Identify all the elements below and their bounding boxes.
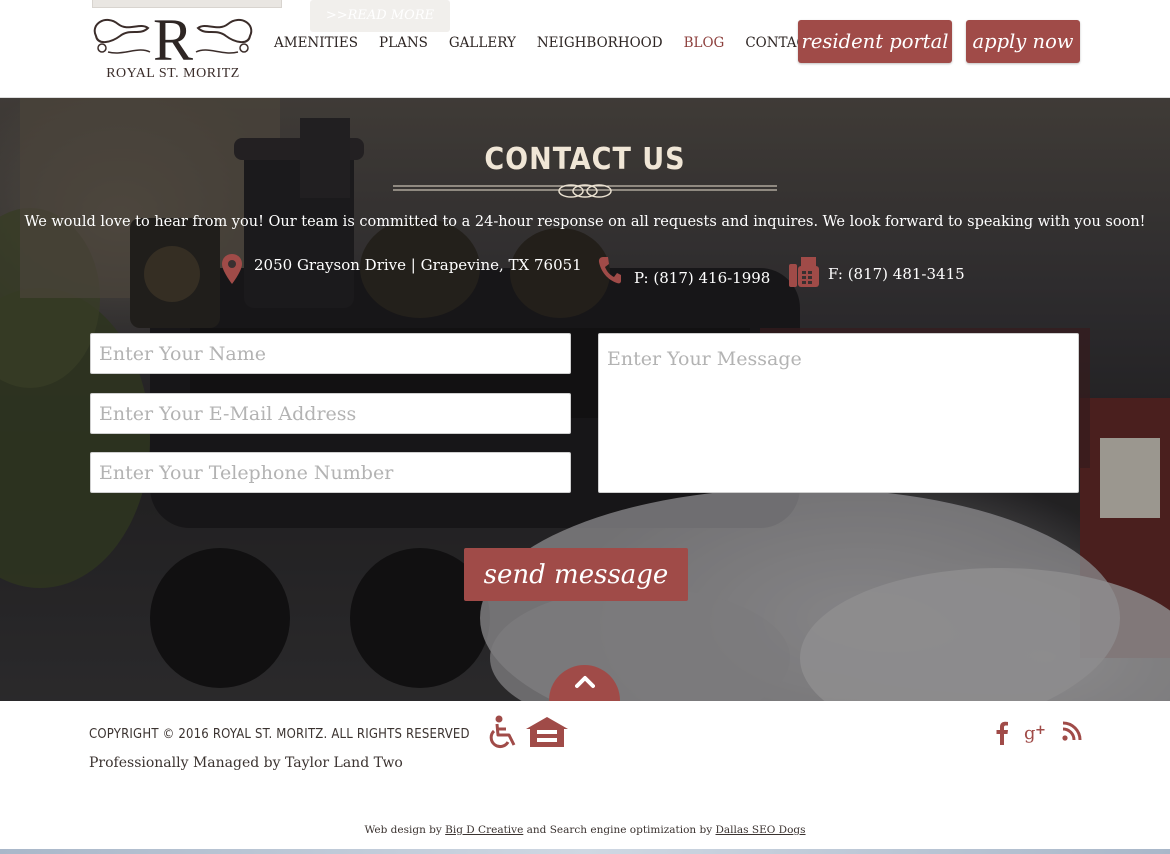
send-message-button[interactable]: send message bbox=[464, 548, 688, 601]
logo-wordmark: ROYAL ST. MORITZ bbox=[106, 66, 240, 81]
email-field[interactable] bbox=[90, 393, 571, 434]
logo-emblem: R bbox=[93, 7, 253, 68]
rss-icon[interactable] bbox=[1062, 721, 1082, 741]
name-field[interactable] bbox=[90, 333, 571, 374]
site-footer: COPYRIGHT © 2016 ROYAL ST. MORITZ. ALL R… bbox=[0, 701, 1170, 854]
copyright-text: COPYRIGHT © 2016 ROYAL ST. MORITZ. ALL R… bbox=[89, 727, 470, 742]
phone-text[interactable]: P: (817) 416-1998 bbox=[634, 269, 770, 287]
svg-text:g: g bbox=[1024, 723, 1036, 744]
contact-intro-text: We would love to hear from you! Our team… bbox=[24, 214, 1146, 230]
credits-prefix: Web design by bbox=[364, 824, 442, 836]
map-pin-icon bbox=[222, 254, 242, 284]
phone-info: P: (817) 416-1998 bbox=[598, 256, 770, 287]
credits-line: Web design by Big D Creative and Search … bbox=[0, 824, 1170, 836]
google-plus-icon[interactable]: g + bbox=[1024, 721, 1048, 745]
management-text: Professionally Managed by Taylor Land Tw… bbox=[89, 755, 403, 771]
telephone-field[interactable] bbox=[90, 452, 571, 493]
ghost-read-more-button: >>READ MORE bbox=[310, 0, 450, 32]
big-d-creative-link[interactable]: Big D Creative bbox=[445, 824, 523, 836]
site-logo[interactable]: R ROYAL ST. MORITZ bbox=[88, 6, 253, 90]
credits-middle: and Search engine optimization by bbox=[526, 824, 713, 836]
apply-now-button[interactable]: apply now bbox=[966, 20, 1080, 63]
fax-icon bbox=[789, 257, 819, 287]
resident-portal-button[interactable]: resident portal bbox=[798, 20, 952, 63]
nav-neighborhood[interactable]: NEIGHBORHOOD bbox=[537, 35, 663, 51]
nav-amenities[interactable]: AMENITIES bbox=[274, 35, 358, 51]
address-text: 2050 Grayson Drive | Grapevine, TX 76051 bbox=[254, 256, 582, 274]
fax-info: F: (817) 481-3415 bbox=[788, 256, 965, 288]
chevron-up-icon bbox=[575, 676, 595, 688]
phone-icon bbox=[598, 257, 621, 284]
svg-text:+: + bbox=[1035, 723, 1046, 738]
facebook-icon[interactable] bbox=[995, 721, 1009, 745]
logo-letter: R bbox=[153, 7, 193, 68]
message-field[interactable] bbox=[598, 333, 1079, 493]
contact-section: CONTACT US We would love to hear from yo… bbox=[0, 98, 1170, 701]
fax-text: F: (817) 481-3415 bbox=[828, 265, 965, 283]
equal-housing-icon bbox=[526, 717, 568, 747]
address-info: 2050 Grayson Drive | Grapevine, TX 76051 bbox=[222, 254, 582, 284]
ornamental-divider bbox=[393, 184, 777, 198]
bottom-border-bar bbox=[0, 849, 1170, 854]
wheelchair-icon bbox=[489, 715, 516, 749]
site-header: >>READ MORE R ROYAL ST. MORITZ AMENITIES… bbox=[0, 0, 1170, 98]
nav-blog[interactable]: BLOG bbox=[684, 35, 725, 51]
contact-title: CONTACT US bbox=[484, 142, 686, 177]
nav-gallery[interactable]: GALLERY bbox=[449, 35, 516, 51]
nav-plans[interactable]: PLANS bbox=[379, 35, 428, 51]
main-nav: AMENITIES PLANS GALLERY NEIGHBORHOOD BLO… bbox=[274, 35, 837, 51]
dallas-seo-dogs-link[interactable]: Dallas SEO Dogs bbox=[716, 824, 806, 836]
